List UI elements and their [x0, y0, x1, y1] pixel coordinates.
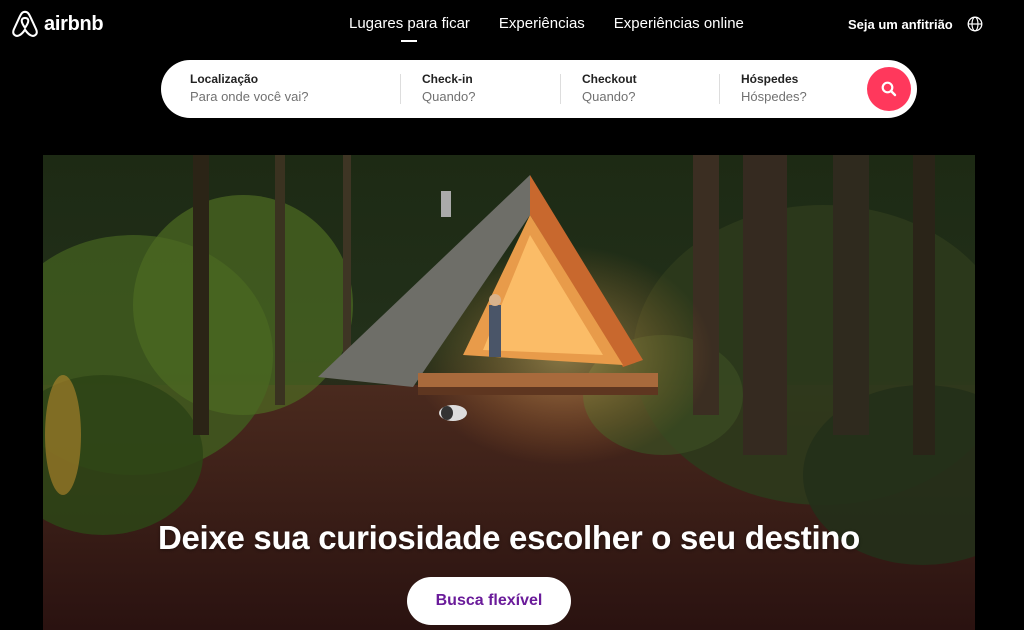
nav-experiences[interactable]: Experiências: [499, 15, 585, 32]
checkin-label: Check-in: [422, 72, 473, 86]
location-field[interactable]: Localização: [190, 72, 340, 104]
nav-online-experiences[interactable]: Experiências online: [614, 15, 744, 32]
nav-stays[interactable]: Lugares para ficar: [349, 15, 470, 42]
search-button[interactable]: [867, 67, 911, 111]
brand-name: airbnb: [44, 12, 104, 35]
globe-icon[interactable]: [967, 16, 983, 32]
airbnb-logo-icon: [12, 10, 38, 37]
field-divider: [560, 74, 561, 104]
become-host-link[interactable]: Seja um anfitrião: [848, 17, 953, 32]
flexible-search-button[interactable]: Busca flexível: [407, 577, 571, 625]
guests-field[interactable]: Hóspedes: [741, 72, 851, 104]
field-divider: [400, 74, 401, 104]
top-navigation: airbnb Lugares para ficar Experiências E…: [0, 0, 1024, 50]
checkout-label: Checkout: [582, 72, 637, 86]
hero-banner: Deixe sua curiosidade escolher o seu des…: [43, 155, 975, 630]
location-input[interactable]: [190, 89, 340, 104]
airbnb-logo[interactable]: airbnb: [10, 9, 104, 39]
search-icon: [881, 81, 897, 97]
hero-headline: Deixe sua curiosidade escolher o seu des…: [157, 519, 861, 556]
checkin-input[interactable]: [422, 89, 542, 104]
location-label: Localização: [190, 72, 259, 86]
guests-input[interactable]: [741, 89, 851, 104]
hero-image: [43, 155, 975, 630]
checkout-input[interactable]: [582, 89, 702, 104]
guests-label: Hóspedes: [741, 72, 799, 86]
field-divider: [719, 74, 720, 104]
checkout-field[interactable]: Checkout: [582, 72, 702, 104]
search-bar: Localização Check-in Checkout Hóspedes: [161, 60, 917, 118]
main-nav: Lugares para ficar Experiências Experiên…: [349, 15, 744, 42]
checkin-field[interactable]: Check-in: [422, 72, 542, 104]
